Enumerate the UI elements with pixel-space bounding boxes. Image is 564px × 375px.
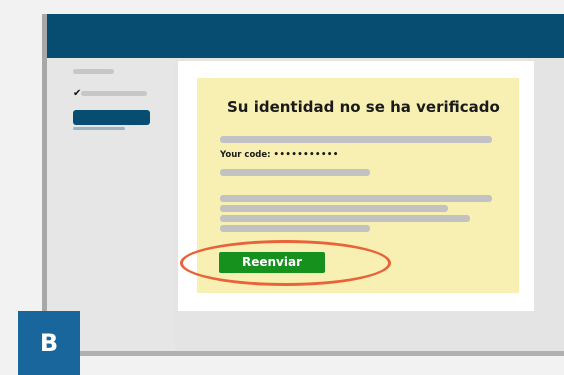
app-window: ✔ Su identidad no se ha verificado Your …	[42, 14, 564, 356]
sidebar-item-placeholder[interactable]	[73, 127, 125, 130]
sidebar-item-placeholder[interactable]	[73, 69, 114, 74]
code-row: Your code: •••••••••••	[220, 150, 339, 160]
app-header-bar	[47, 14, 564, 58]
text-line-placeholder	[220, 169, 370, 176]
text-line-placeholder	[220, 195, 492, 202]
text-line-placeholder	[220, 205, 448, 212]
panel-label-badge: B	[18, 311, 80, 375]
sidebar-item-active[interactable]	[73, 110, 150, 125]
main-content-panel: Su identidad no se ha verificado Your co…	[178, 61, 534, 311]
text-line-placeholder	[220, 215, 470, 222]
text-line-placeholder	[220, 136, 492, 143]
notice-title: Su identidad no se ha verificado	[227, 98, 500, 116]
sidebar: ✔	[47, 58, 175, 351]
code-value: •••••••••••	[273, 150, 339, 160]
text-line-placeholder	[220, 225, 370, 232]
sidebar-item-placeholder[interactable]	[81, 91, 147, 96]
verification-notice: Su identidad no se ha verificado Your co…	[197, 78, 519, 293]
resend-button[interactable]: Reenviar	[219, 252, 325, 273]
code-label: Your code:	[220, 150, 271, 160]
